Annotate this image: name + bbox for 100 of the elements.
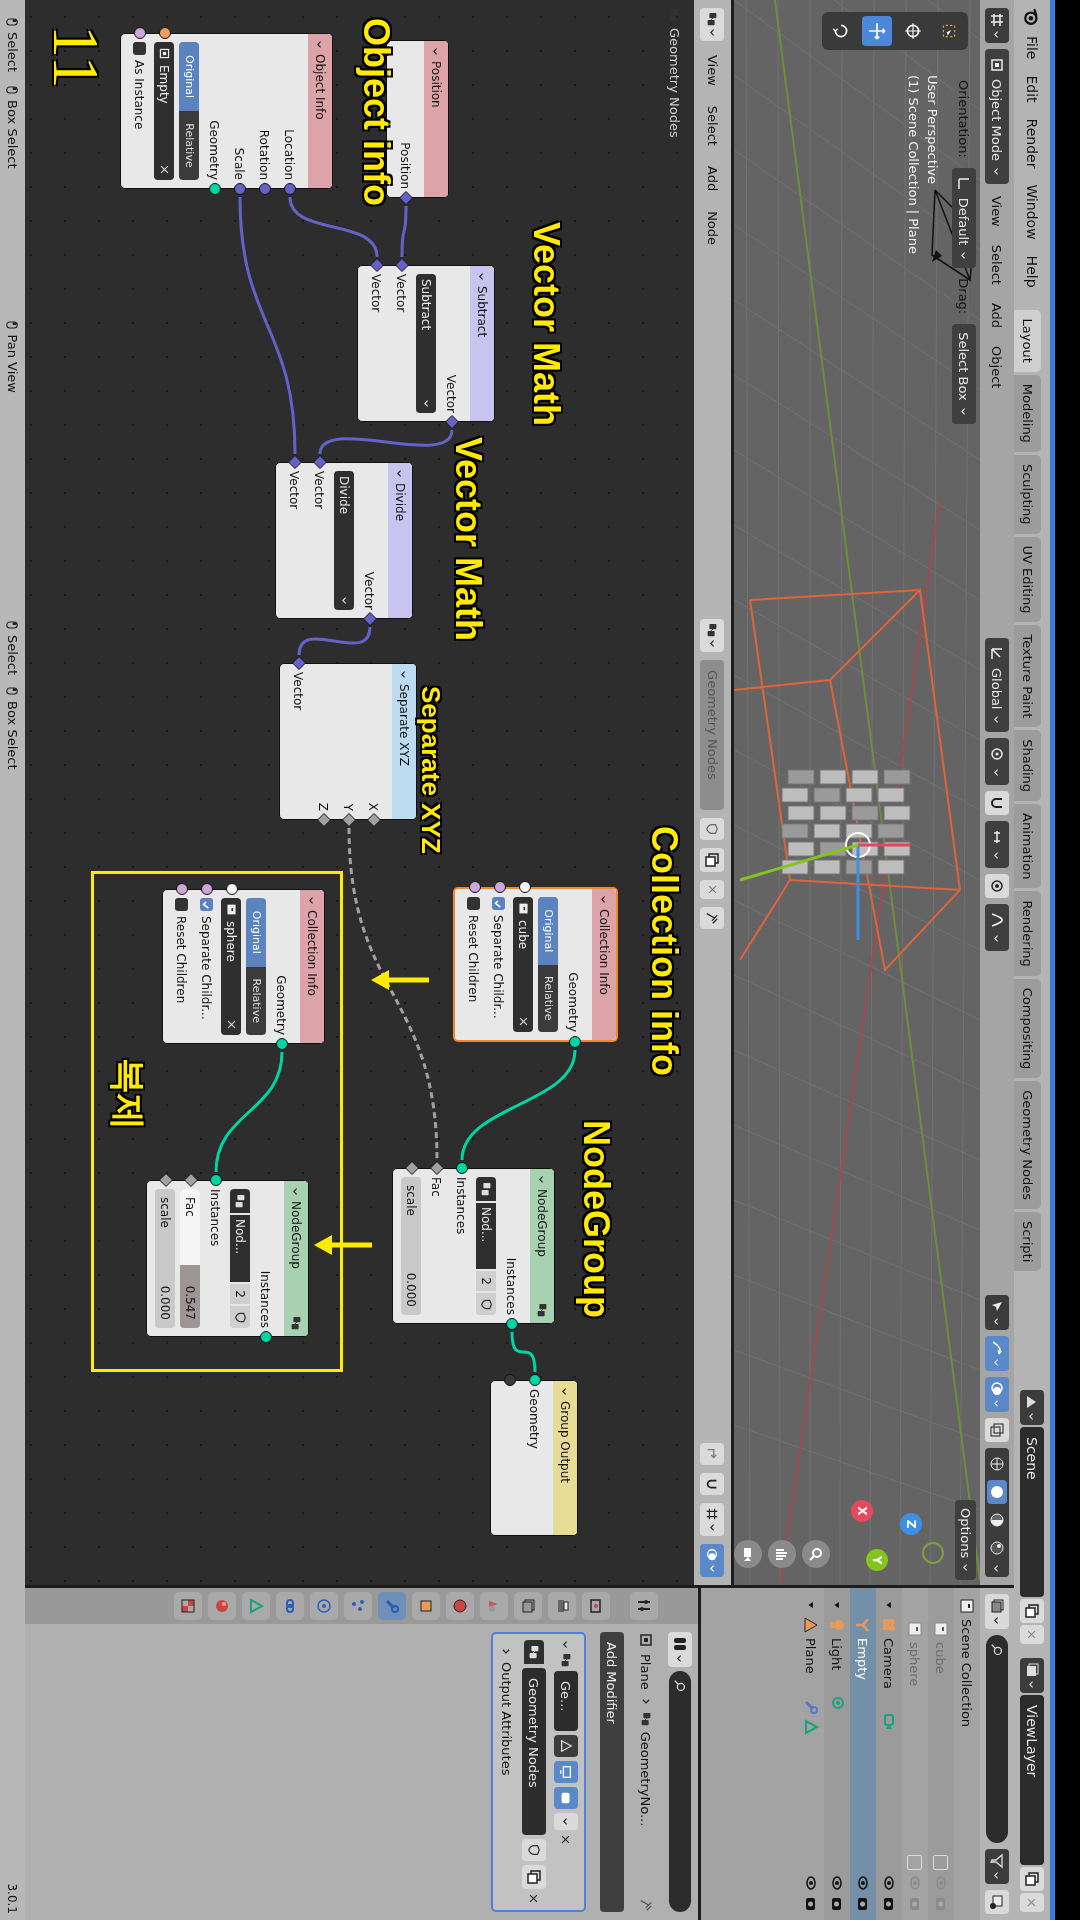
node-card[interactable]: NodeGroup Instances Nod... 2 Instances Fac scale 0.000	[392, 1168, 555, 1324]
collection-field[interactable]: sphere	[221, 898, 242, 1035]
dropdown[interactable]: Subtract	[416, 274, 437, 413]
menu-item[interactable]: Node	[705, 205, 720, 252]
view-layer-field[interactable]: ViewLayer	[1020, 1695, 1044, 1865]
socket-label: Vector	[394, 274, 409, 313]
slider-field[interactable]: Fac 0.547	[180, 1189, 201, 1328]
menu-item[interactable]: Select	[705, 99, 720, 152]
node-card[interactable]: Group Output Geometry	[490, 1380, 578, 1536]
menu-item[interactable]: View	[705, 49, 720, 92]
toggle-option[interactable]: Original	[538, 897, 559, 965]
annotation-text: Separate XYZ	[418, 686, 444, 854]
node-title: Collection Info	[305, 910, 319, 998]
status-hint: Box Select	[5, 701, 20, 770]
scene-field[interactable]: Scene	[1020, 1427, 1044, 1597]
toggle-option[interactable]: Relative	[538, 964, 559, 1032]
item-name: Camera	[881, 1638, 897, 1690]
workspace-tab[interactable]: Rendering	[1014, 891, 1041, 976]
socket-label: Scale	[232, 147, 247, 180]
workspace-tab[interactable]: Texture Paint	[1014, 625, 1041, 728]
collection-field[interactable]: cube	[513, 897, 534, 1032]
orientation-label: Orientation:	[956, 80, 972, 158]
viewport-info-text: User Perspective	[925, 75, 940, 187]
annotation-text: Vector Math	[450, 437, 486, 642]
node-title: Object Info	[313, 54, 327, 122]
annotation-text: 복제	[110, 1058, 146, 1130]
orientation-dropdown[interactable]: Default	[952, 167, 976, 269]
node-group-field[interactable]: Nod...	[476, 1203, 497, 1269]
workspace-tab[interactable]: Geometry Nodes	[1014, 1081, 1041, 1209]
scene-collection-label[interactable]: Scene Collection	[959, 1619, 975, 1728]
node-title: Subtract	[475, 286, 489, 340]
dropdown[interactable]: Divide	[334, 471, 355, 610]
outliner-item[interactable]: Camera	[876, 1588, 902, 1920]
transform-orientation-dropdown[interactable]: Global	[985, 638, 1009, 733]
menu-item[interactable]: Object	[989, 340, 1005, 395]
socket-label: Location	[282, 129, 297, 180]
toggle-option[interactable]: Original	[179, 42, 200, 111]
checkbox-label: Separate Childr...	[199, 916, 214, 1020]
axis-handle[interactable]: X	[851, 1500, 873, 1522]
drag-dropdown[interactable]: Select Box	[952, 324, 976, 424]
number-field[interactable]: scale 0.000	[401, 1177, 422, 1315]
checkbox-label: Reset Children	[174, 916, 189, 1004]
node-card[interactable]: Collection Info Geometry Original Relative cube Separate Childr... Reset Children	[453, 887, 618, 1042]
socket-label: Instances	[208, 1189, 223, 1247]
status-hint: Pan View	[5, 334, 20, 393]
node-group-field[interactable]: Geometry Nodes	[522, 1668, 546, 1835]
menu-item[interactable]: Help	[1024, 249, 1040, 294]
annotation-text: NodeGroup	[578, 1120, 614, 1318]
toggle-option[interactable]: Relative	[246, 966, 267, 1035]
menu-item[interactable]: Add	[705, 159, 720, 198]
socket-label: Vector	[291, 672, 306, 711]
workspace-tab[interactable]: Compositing	[1014, 978, 1041, 1079]
socket-label: Z	[316, 802, 331, 811]
modifier-name-field[interactable]: Ge...	[554, 1671, 578, 1731]
menu-item[interactable]: File	[1024, 30, 1040, 66]
menu-item[interactable]: Render	[1024, 112, 1040, 175]
node-card[interactable]: Divide Vector Divide Vector Vector	[275, 462, 413, 619]
workspace-tab[interactable]: Modeling	[1014, 374, 1041, 452]
outliner-item[interactable]: Plane	[798, 1588, 824, 1920]
toggle-option[interactable]: Relative	[179, 111, 200, 180]
menu-item[interactable]: Select	[989, 238, 1005, 291]
menu-item[interactable]: Edit	[1024, 69, 1040, 109]
number-field[interactable]: scale 0.000	[155, 1189, 176, 1328]
node-card[interactable]: Separate XYZ X Y Z Vector	[279, 663, 417, 820]
subpanel-header[interactable]: Output Attributes	[499, 1662, 514, 1776]
object-field[interactable]: Empty	[154, 42, 175, 180]
socket-label: Y	[341, 803, 356, 811]
node-title: Collection Info	[597, 909, 611, 997]
toggle-option[interactable]: Original	[246, 898, 267, 967]
workspace-tab[interactable]: UV Editing	[1014, 536, 1041, 623]
drag-label: Drag:	[956, 278, 972, 315]
workspace-tab[interactable]: Shading	[1014, 730, 1041, 802]
socket-label: X	[366, 802, 381, 811]
node-title: Divide	[393, 483, 407, 523]
breadcrumb-item: Plane	[638, 1654, 654, 1690]
menu-item[interactable]: View	[989, 189, 1005, 233]
menu-item[interactable]: Add	[989, 296, 1005, 335]
item-name: Plane	[803, 1638, 819, 1674]
user-count[interactable]: 2	[230, 1284, 251, 1304]
mode-dropdown[interactable]: Object Mode	[985, 49, 1009, 184]
workspace-tab[interactable]: Sculpting	[1014, 454, 1041, 534]
socket-label: Geometry	[274, 975, 289, 1035]
node-card[interactable]: Object Info Location Rotation Scale Geometry Original Relative Empty As Instance	[120, 33, 333, 189]
status-hint: Select	[5, 634, 20, 676]
node-card[interactable]: Collection Info Geometry Original Relative sphere Separate Childr... Reset Children	[162, 889, 325, 1044]
node-card[interactable]: Subtract Vector Subtract Vector Vector	[357, 265, 495, 422]
menu-item[interactable]: Window	[1024, 178, 1040, 246]
options-dropdown[interactable]: Options	[955, 1500, 976, 1581]
node-card[interactable]: NodeGroup Instances Nod... 2 Instances Fac 0.547 scale 0.000	[146, 1180, 309, 1337]
workspace-tab[interactable]: Animation	[1014, 804, 1041, 889]
outliner-item[interactable]: Light	[824, 1588, 850, 1920]
add-modifier-button[interactable]: Add Modifier	[600, 1632, 624, 1912]
user-count[interactable]: 2	[476, 1271, 497, 1291]
socket-label: Rotation	[257, 129, 272, 180]
workspace-tab[interactable]: Scripti	[1014, 1211, 1041, 1272]
node-group-field[interactable]: Nod...	[230, 1215, 251, 1282]
annotation-text: 11	[43, 25, 109, 89]
annotation-text: Vector Math	[528, 222, 564, 427]
workspace-tab[interactable]: Layout	[1014, 309, 1041, 372]
annotation-text: Collection info	[646, 826, 682, 1076]
